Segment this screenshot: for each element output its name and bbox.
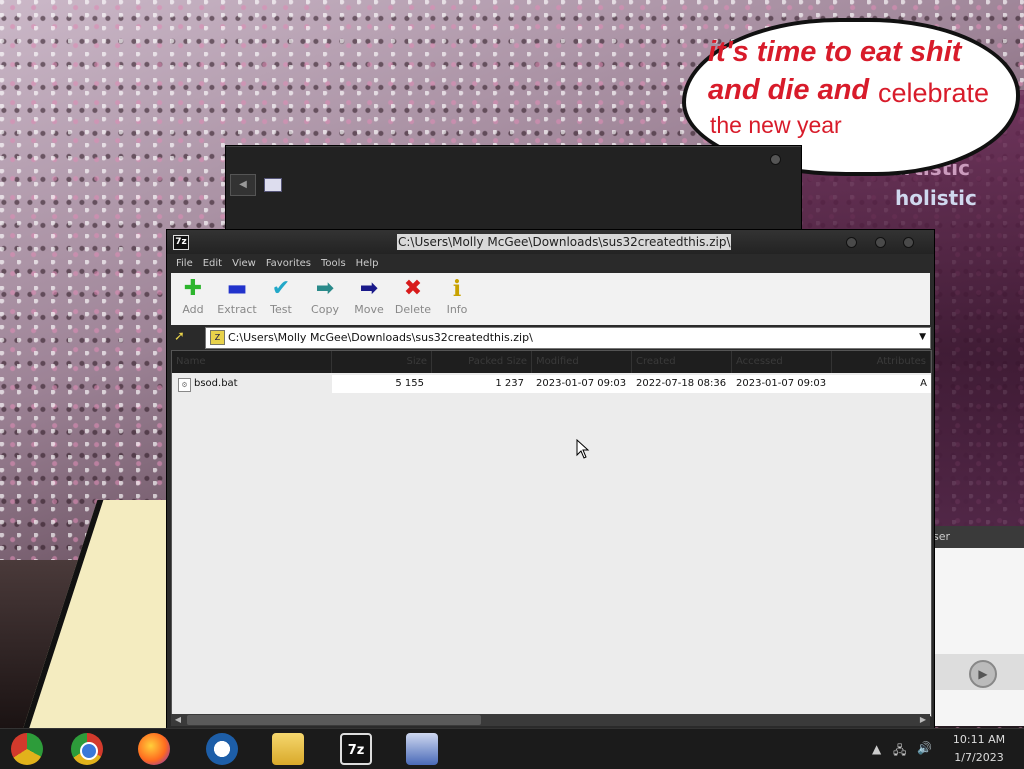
address-field[interactable]: Z C:\Users\Molly McGee\Downloads\sus32cr…	[205, 327, 931, 349]
chrome-icon[interactable]	[71, 733, 103, 765]
address-bar: ➚ Z C:\Users\Molly McGee\Downloads\sus32…	[171, 325, 931, 350]
window-title: C:\Users\Molly McGee\Downloads\sus32crea…	[397, 234, 732, 250]
firefox-icon[interactable]	[138, 733, 170, 765]
file-list[interactable]: Name Size Packed Size Modified Created A…	[171, 350, 932, 717]
title-bar[interactable]: 7z C:\Users\Molly McGee\Downloads\sus32c…	[167, 230, 934, 254]
bubble-text-line3: the new year	[710, 112, 842, 138]
test-label: Test	[270, 303, 292, 316]
side-window-title: ser	[931, 526, 1024, 548]
clock-date[interactable]: 1/7/2023	[944, 751, 1014, 764]
copy-button[interactable]: ➡ Copy	[303, 276, 347, 317]
menu-bar: File Edit View Favorites Tools Help	[171, 255, 930, 273]
file-name: bsod.bat	[194, 378, 238, 389]
move-label: Move	[354, 303, 384, 316]
menu-favorites[interactable]: Favorites	[261, 255, 316, 273]
delete-x-icon: ✖	[403, 276, 423, 301]
bubble-text-line2: and die and	[708, 74, 870, 106]
extract-label: Extract	[217, 303, 257, 316]
column-created[interactable]: Created	[632, 351, 732, 373]
wallpaper-text-holistic: holistic	[895, 186, 977, 210]
column-attributes[interactable]: Attributes	[832, 351, 931, 373]
toolbar: ✚ Add ▬ Extract ✔ Test ➡ Copy ➡ Move ✖ D…	[171, 273, 930, 326]
7zip-logo-icon: 7z	[173, 235, 189, 250]
info-button[interactable]: i Info	[435, 277, 479, 316]
column-modified[interactable]: Modified	[532, 351, 632, 373]
minus-icon: ▬	[226, 276, 248, 301]
file-attributes: A	[920, 378, 927, 389]
menu-help[interactable]: Help	[351, 255, 384, 273]
scrollbar-thumb[interactable]	[187, 715, 481, 725]
horizontal-scrollbar[interactable]: ◀ ▶	[171, 714, 930, 726]
address-text: C:\Users\Molly McGee\Downloads\sus32crea…	[228, 331, 533, 344]
column-size[interactable]: Size	[332, 351, 432, 373]
obama-logo-icon[interactable]	[206, 733, 238, 765]
info-label: Info	[446, 303, 468, 316]
menu-edit[interactable]: Edit	[198, 255, 227, 273]
bubble-text-line2b: celebrate	[878, 78, 990, 108]
column-name[interactable]: Name	[172, 351, 332, 373]
folder-up-icon[interactable]: ➚	[174, 329, 192, 345]
scroll-right-icon[interactable]: ▶	[916, 714, 930, 726]
file-created: 2022-07-18 08:36	[636, 378, 727, 389]
play-icon[interactable]: ▶	[969, 660, 997, 688]
column-accessed[interactable]: Accessed	[732, 351, 832, 373]
menu-tools[interactable]: Tools	[316, 255, 351, 273]
copy-label: Copy	[311, 303, 339, 316]
file-size: 5 155	[395, 378, 424, 389]
column-packed-size[interactable]: Packed Size	[432, 351, 532, 373]
copy-arrow-icon: ➡	[315, 276, 335, 301]
file-explorer-icon[interactable]	[272, 733, 304, 765]
back-button[interactable]: ◀	[230, 174, 256, 196]
network-icon[interactable]: 🖧	[893, 741, 906, 762]
taskbar: 7z ▲ 🖧 🔊 10:11 AM 1/7/2023	[0, 728, 1024, 769]
computer-icon	[264, 178, 282, 192]
table-row[interactable]: ⚙ bsod.bat 5 155 1 237 2023-01-07 09:03 …	[172, 375, 931, 393]
volume-icon[interactable]: 🔊	[917, 741, 932, 755]
close-dot-icon[interactable]	[770, 154, 781, 165]
bubble-text-line1: it's time to eat shit	[708, 36, 962, 68]
file-modified: 2023-01-07 09:03	[536, 378, 627, 389]
minimize-button[interactable]	[846, 237, 857, 248]
menu-view[interactable]: View	[227, 255, 261, 273]
file-packed-size: 1 237	[495, 378, 524, 389]
check-icon: ✔	[271, 276, 291, 301]
7zip-icon[interactable]: 7z	[340, 733, 372, 765]
info-icon: i	[452, 276, 462, 302]
scroll-left-icon[interactable]: ◀	[171, 714, 185, 726]
move-button[interactable]: ➡ Move	[347, 276, 391, 317]
chevron-up-icon[interactable]: ▲	[872, 742, 881, 756]
menu-file[interactable]: File	[171, 255, 198, 273]
plus-icon: ✚	[183, 276, 203, 301]
add-label: Add	[182, 303, 204, 316]
maximize-button[interactable]	[875, 237, 886, 248]
clock-time[interactable]: 10:11 AM	[944, 733, 1014, 746]
close-button[interactable]	[903, 237, 914, 248]
background-window[interactable]: ◀	[225, 145, 802, 233]
computer-icon[interactable]	[406, 733, 438, 765]
7zip-window[interactable]: 7z C:\Users\Molly McGee\Downloads\sus32c…	[166, 229, 935, 730]
zip-archive-icon: Z	[210, 330, 225, 345]
side-window[interactable]: ser ▶	[930, 526, 1024, 726]
test-button[interactable]: ✔ Test	[259, 276, 303, 317]
chevron-down-icon[interactable]: ▼	[919, 328, 926, 347]
column-header-row: Name Size Packed Size Modified Created A…	[172, 351, 931, 373]
delete-label: Delete	[394, 303, 432, 316]
chrome-like-icon[interactable]	[11, 733, 43, 765]
delete-button[interactable]: ✖ Delete	[391, 276, 435, 317]
add-button[interactable]: ✚ Add	[171, 276, 215, 317]
file-accessed: 2023-01-07 09:03	[736, 378, 827, 389]
extract-button[interactable]: ▬ Extract	[215, 276, 259, 317]
move-arrow-icon: ➡	[359, 276, 379, 301]
